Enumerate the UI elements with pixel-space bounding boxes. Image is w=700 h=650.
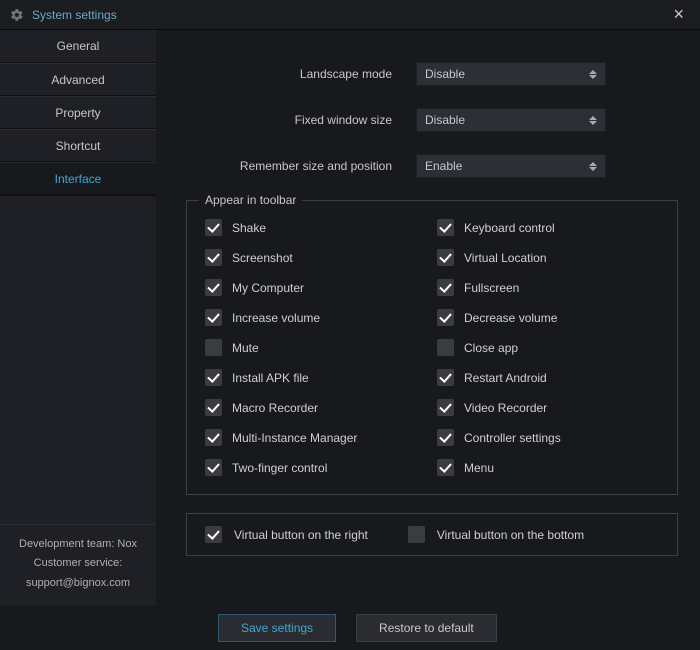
- virtual-button-row: Virtual button on the right Virtual butt…: [186, 513, 678, 556]
- fixed-label: Fixed window size: [186, 113, 416, 127]
- toolbar-checkbox-9[interactable]: Close app: [437, 339, 659, 356]
- restore-button[interactable]: Restore to default: [356, 614, 497, 642]
- checkbox-icon: [437, 309, 454, 326]
- checkbox-icon: [437, 279, 454, 296]
- checkbox-icon: [437, 249, 454, 266]
- checkbox-label: Multi-Instance Manager: [232, 431, 357, 445]
- fixed-value: Disable: [425, 113, 465, 127]
- checkbox-icon: [437, 369, 454, 386]
- toolbar-checkbox-1[interactable]: Keyboard control: [437, 219, 659, 236]
- tab-advanced[interactable]: Advanced: [0, 63, 156, 96]
- checkbox-icon: [205, 459, 222, 476]
- virtual-right-label: Virtual button on the right: [234, 528, 368, 542]
- spinner-icon[interactable]: [585, 63, 601, 85]
- fixed-select[interactable]: Disable: [416, 108, 606, 132]
- checkbox-icon: [205, 249, 222, 266]
- checkbox-icon: [205, 399, 222, 416]
- tab-interface[interactable]: Interface: [0, 162, 156, 195]
- checkbox-label: Restart Android: [464, 371, 547, 385]
- remember-row: Remember size and position Enable: [186, 154, 678, 178]
- toolbar-legend: Appear in toolbar: [199, 193, 302, 207]
- checkbox-label: Keyboard control: [464, 221, 555, 235]
- remember-select[interactable]: Enable: [416, 154, 606, 178]
- checkbox-label: Close app: [464, 341, 518, 355]
- toolbar-checkbox-13[interactable]: Video Recorder: [437, 399, 659, 416]
- toolbar-checkbox-3[interactable]: Virtual Location: [437, 249, 659, 266]
- landscape-value: Disable: [425, 67, 465, 81]
- remember-value: Enable: [425, 159, 462, 173]
- checkbox-icon: [437, 219, 454, 236]
- landscape-select[interactable]: Disable: [416, 62, 606, 86]
- toolbar-checkbox-14[interactable]: Multi-Instance Manager: [205, 429, 427, 446]
- main-panel: Landscape mode Disable Fixed window size…: [156, 30, 700, 606]
- checkbox-label: Fullscreen: [464, 281, 519, 295]
- toolbar-checkbox-15[interactable]: Controller settings: [437, 429, 659, 446]
- checkbox-label: Menu: [464, 461, 494, 475]
- checkbox-icon: [205, 429, 222, 446]
- toolbar-fieldset: Appear in toolbar ShakeKeyboard controlS…: [186, 200, 678, 495]
- virtual-bottom-checkbox[interactable]: Virtual button on the bottom: [408, 526, 584, 543]
- gear-icon: [10, 8, 24, 22]
- checkbox-icon: [205, 309, 222, 326]
- toolbar-checkbox-4[interactable]: My Computer: [205, 279, 427, 296]
- spinner-icon[interactable]: [585, 109, 601, 131]
- checkbox-label: Two-finger control: [232, 461, 327, 475]
- virtual-right-checkbox[interactable]: Virtual button on the right: [205, 526, 368, 543]
- tab-general[interactable]: General: [0, 30, 156, 63]
- toolbar-checkbox-17[interactable]: Menu: [437, 459, 659, 476]
- checkbox-label: Decrease volume: [464, 311, 557, 325]
- landscape-label: Landscape mode: [186, 67, 416, 81]
- spinner-icon[interactable]: [585, 155, 601, 177]
- checkbox-label: Increase volume: [232, 311, 320, 325]
- toolbar-checkbox-16[interactable]: Two-finger control: [205, 459, 427, 476]
- toolbar-checkbox-0[interactable]: Shake: [205, 219, 427, 236]
- checkbox-label: Shake: [232, 221, 266, 235]
- checkbox-icon: [408, 526, 425, 543]
- checkbox-icon: [205, 369, 222, 386]
- toolbar-checkbox-12[interactable]: Macro Recorder: [205, 399, 427, 416]
- sidebar-info: Development team: Nox Customer service: …: [0, 524, 156, 606]
- checkbox-icon: [205, 219, 222, 236]
- landscape-row: Landscape mode Disable: [186, 62, 678, 86]
- checkbox-label: Macro Recorder: [232, 401, 318, 415]
- toolbar-checkbox-6[interactable]: Increase volume: [205, 309, 427, 326]
- checkbox-icon: [437, 399, 454, 416]
- close-icon[interactable]: ×: [667, 2, 690, 27]
- checkbox-icon: [205, 526, 222, 543]
- checkbox-label: Video Recorder: [464, 401, 547, 415]
- toolbar-checkbox-7[interactable]: Decrease volume: [437, 309, 659, 326]
- checkbox-icon: [205, 279, 222, 296]
- checkbox-label: Controller settings: [464, 431, 561, 445]
- checkbox-icon: [437, 459, 454, 476]
- fixed-row: Fixed window size Disable: [186, 108, 678, 132]
- checkbox-label: Mute: [232, 341, 259, 355]
- toolbar-checkbox-5[interactable]: Fullscreen: [437, 279, 659, 296]
- checkbox-icon: [437, 339, 454, 356]
- save-button[interactable]: Save settings: [218, 614, 336, 642]
- toolbar-checkbox-11[interactable]: Restart Android: [437, 369, 659, 386]
- virtual-bottom-label: Virtual button on the bottom: [437, 528, 584, 542]
- cs-email: support@bignox.com: [6, 574, 150, 594]
- toolbar-checkbox-8[interactable]: Mute: [205, 339, 427, 356]
- checkbox-icon: [437, 429, 454, 446]
- tab-property[interactable]: Property: [0, 96, 156, 129]
- checkbox-label: Screenshot: [232, 251, 293, 265]
- cs-label: Customer service:: [6, 554, 150, 574]
- remember-label: Remember size and position: [186, 159, 416, 173]
- dev-team-label: Development team: Nox: [6, 535, 150, 555]
- checkbox-icon: [205, 339, 222, 356]
- tab-shortcut[interactable]: Shortcut: [0, 129, 156, 162]
- toolbar-checkbox-10[interactable]: Install APK file: [205, 369, 427, 386]
- title-bar: System settings ×: [0, 0, 700, 30]
- checkbox-label: My Computer: [232, 281, 304, 295]
- toolbar-checkbox-2[interactable]: Screenshot: [205, 249, 427, 266]
- checkbox-label: Install APK file: [232, 371, 309, 385]
- sidebar: GeneralAdvancedPropertyShortcutInterface…: [0, 30, 156, 606]
- footer: Save settings Restore to default: [0, 606, 700, 650]
- window-title: System settings: [32, 8, 117, 22]
- checkbox-label: Virtual Location: [464, 251, 547, 265]
- sidebar-spacer: [0, 195, 156, 524]
